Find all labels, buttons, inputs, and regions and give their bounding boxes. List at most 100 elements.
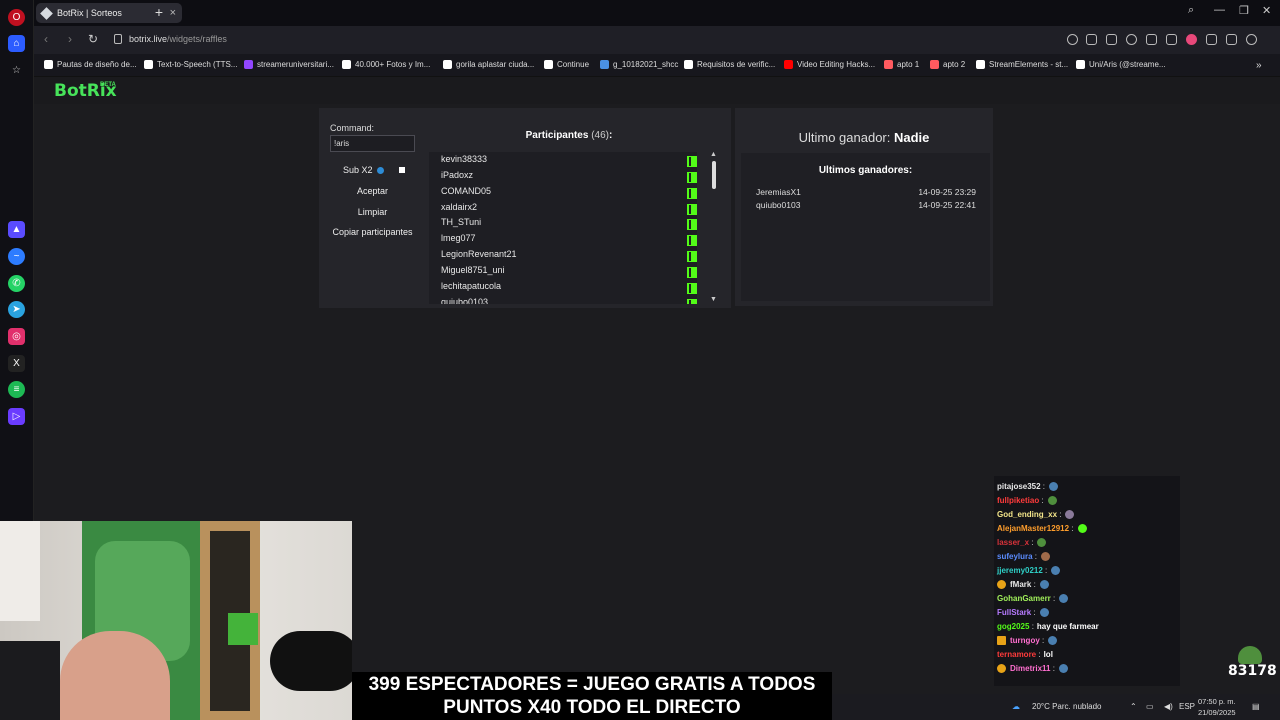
- extensions-icon[interactable]: [1146, 34, 1157, 45]
- emote-icon: [1049, 482, 1059, 491]
- language-indicator[interactable]: ESP: [1179, 702, 1195, 711]
- command-input[interactable]: [330, 135, 415, 152]
- chat-message: pitajose352 :: [997, 482, 1059, 491]
- clear-button[interactable]: Limpiar: [330, 207, 415, 217]
- tray-arrow-icon[interactable]: ⌃: [1130, 702, 1137, 711]
- more-bookmarks-icon[interactable]: »: [1256, 60, 1262, 71]
- sub-x2-checkbox[interactable]: [399, 167, 405, 173]
- volume-icon[interactable]: ◀): [1164, 702, 1173, 711]
- new-tab-icon[interactable]: +: [152, 5, 166, 19]
- emote-icon: [1039, 580, 1049, 589]
- aria-icon[interactable]: ▲: [8, 221, 25, 238]
- chat-message: sufeylura :: [997, 552, 1051, 561]
- copy-participants-button[interactable]: Copiar participantes: [330, 227, 415, 237]
- profile-icon[interactable]: [1246, 34, 1257, 45]
- follower-counter: 83178: [1228, 646, 1277, 682]
- info-icon[interactable]: [376, 166, 384, 174]
- search-icon[interactable]: [1067, 34, 1078, 45]
- chat-message: turngoy :: [997, 636, 1058, 645]
- kick-icon: [687, 251, 697, 262]
- bookmark-11[interactable]: apto 2: [930, 60, 965, 69]
- bookmarks-bar: Pautas de diseño de... Text-to-Speech (T…: [34, 54, 1280, 77]
- messenger-icon[interactable]: ~: [8, 248, 25, 265]
- scroll-down-icon[interactable]: ▼: [710, 296, 717, 303]
- scrollbar-thumb[interactable]: [712, 161, 716, 189]
- heart-icon[interactable]: [1186, 34, 1197, 45]
- list-item: LegionRevenant21: [441, 249, 697, 264]
- bookmark-9[interactable]: Video Editing Hacks...: [784, 60, 875, 69]
- twitch-icon: [244, 60, 253, 69]
- scroll-up-icon[interactable]: ▲: [710, 151, 717, 158]
- emote-icon: [1041, 552, 1051, 561]
- emote-icon: [1051, 566, 1061, 575]
- reload-icon[interactable]: ↻: [88, 32, 98, 46]
- camera-icon[interactable]: [1106, 34, 1117, 45]
- home-icon[interactable]: ⌂: [8, 35, 25, 52]
- bookmark-3[interactable]: streameruniversitari...: [244, 60, 334, 69]
- airbnb-icon: [884, 60, 893, 69]
- banner-line-2: PUNTOS X40 TODO EL DIRECTO: [443, 697, 741, 718]
- bookmark-7[interactable]: g_10182021_shcc: [600, 60, 678, 69]
- kick-icon: [687, 156, 697, 167]
- emote-icon: [1037, 538, 1047, 547]
- forward-icon[interactable]: ›: [68, 32, 72, 46]
- badge-icon: [997, 664, 1006, 673]
- bookmark-8[interactable]: Requisitos de verific...: [684, 60, 775, 69]
- maximize-icon[interactable]: ❐: [1239, 4, 1249, 17]
- bookmark-12[interactable]: StreamElements - st...: [976, 60, 1068, 69]
- download-icon[interactable]: [1206, 34, 1217, 45]
- participants-list[interactable]: kevin38333 iPadoxz COMAND05 xaldairx2 TH…: [429, 152, 697, 304]
- url-host: botrix.live: [129, 34, 168, 44]
- google-icon: [443, 60, 452, 69]
- bookmark-1[interactable]: Pautas de diseño de...: [44, 60, 137, 69]
- sub-x2-toggle[interactable]: Sub X2: [343, 165, 384, 175]
- chat-message: jjeremy0212 :: [997, 566, 1061, 575]
- search-tabs-icon[interactable]: ⌕: [1188, 4, 1194, 17]
- bookmark-4[interactable]: 40.000+ Fotos y Im...: [342, 60, 430, 69]
- notifications-icon[interactable]: ▤: [1252, 702, 1260, 711]
- chat-message: lasser_x :: [997, 538, 1047, 547]
- weather-text[interactable]: 20°C Parc. nublado: [1032, 702, 1101, 711]
- streamer: [60, 631, 170, 720]
- list-item: xaldairx2: [441, 202, 697, 217]
- kick-icon: [687, 283, 697, 294]
- play-icon[interactable]: [1166, 34, 1177, 45]
- accept-button[interactable]: Aceptar: [330, 186, 415, 196]
- emote-icon: [1048, 636, 1058, 645]
- bookmark-5[interactable]: gorila aplastar ciuda...: [443, 60, 534, 69]
- opera-logo-icon[interactable]: O: [8, 9, 25, 26]
- chat-message: AlejanMaster12912 :: [997, 524, 1087, 533]
- close-tab-icon[interactable]: ×: [170, 7, 176, 19]
- participants-count: (46): [591, 130, 610, 141]
- clock-time: 07:50 p. m.: [1198, 697, 1236, 706]
- bookmark-10[interactable]: apto 1: [884, 60, 919, 69]
- winner-row: JeremiasX1 14-09-25 23:29: [756, 187, 976, 197]
- x-twitter-icon[interactable]: X: [8, 355, 25, 372]
- spotify-icon[interactable]: ≡: [8, 381, 25, 398]
- url-field[interactable]: botrix.live/widgets/raffles: [129, 34, 227, 44]
- minimize-icon[interactable]: —: [1214, 4, 1225, 16]
- chat-message: Dimetrix11 :: [997, 664, 1068, 673]
- clock[interactable]: 07:50 p. m. 21/09/2025: [1198, 696, 1236, 718]
- edit-icon[interactable]: [1086, 34, 1097, 45]
- command-label: Command:: [330, 123, 375, 133]
- bookmark-6[interactable]: Continue: [544, 60, 589, 69]
- player-icon[interactable]: ▷: [8, 408, 25, 425]
- tab-title: BotRix | Sorteos: [57, 8, 122, 18]
- weather-icon[interactable]: ☁: [1012, 702, 1020, 711]
- pinboard-icon[interactable]: ☆: [8, 62, 25, 79]
- network-icon[interactable]: ▭: [1146, 702, 1154, 711]
- whatsapp-icon[interactable]: ✆: [8, 275, 25, 292]
- kick-icon: [687, 219, 697, 230]
- back-icon[interactable]: ‹: [44, 32, 48, 46]
- bookmark-13[interactable]: Uni/Aris (@streame...: [1076, 60, 1166, 69]
- menu-icon[interactable]: [1226, 34, 1237, 45]
- close-window-icon[interactable]: ✕: [1262, 4, 1271, 17]
- last-winner-name: Nadie: [894, 130, 930, 145]
- shield-icon[interactable]: [1126, 34, 1137, 45]
- bookmark-2[interactable]: Text-to-Speech (TTS...: [144, 60, 237, 69]
- telegram-icon[interactable]: ➤: [8, 301, 25, 318]
- lock-icon: [114, 34, 122, 44]
- youtube-icon: [784, 60, 793, 69]
- instagram-icon[interactable]: ◎: [8, 328, 25, 345]
